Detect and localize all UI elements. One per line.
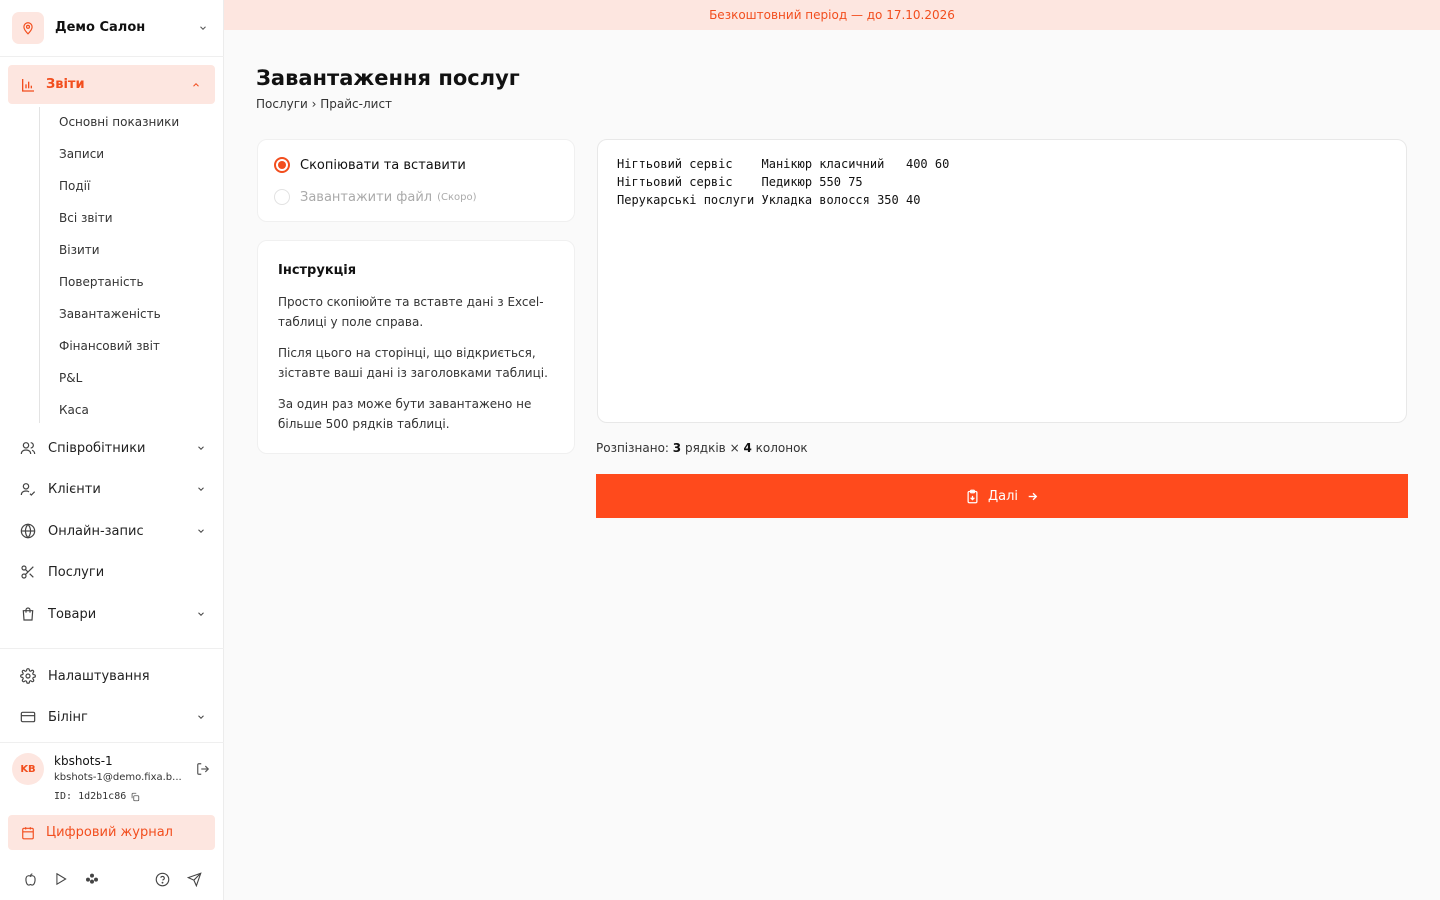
recognized-summary: Розпізнано: 3 рядків × 4 колонок [596,441,808,455]
subnav-item-main-indicators[interactable]: Основні показники [59,114,179,130]
nav-item-goods[interactable]: Товари [20,602,208,626]
sidebar: Демо Салон Звіти Основні показники Запис… [0,0,224,900]
chevron-up-icon [189,78,203,92]
nav-item-label: Товари [48,606,97,622]
chevron-down-icon [196,21,210,35]
rows-count: 3 [672,441,682,455]
nav-item-label: Співробітники [48,440,146,456]
subnav-item-pnl[interactable]: P&L [59,370,82,386]
radio-file [274,189,290,205]
nav-item-label: Білінг [48,709,88,725]
option-paste[interactable]: Скопіювати та вставити [274,157,466,173]
apple-icon[interactable] [21,870,39,888]
nav-item-settings[interactable]: Налаштування [20,664,208,688]
logout-icon[interactable] [196,761,210,780]
rows-word: рядків × [684,441,740,455]
user-email: kbshots-1@demo.fixa.b... [54,772,182,783]
user-name: kbshots-1 [54,754,113,768]
gear-icon [20,668,36,684]
app-gallery-icon[interactable] [83,870,101,888]
option-file: Завантажити файл (Скоро) [274,189,477,205]
scissors-icon [20,564,36,580]
chevron-down-icon [194,482,208,496]
next-button[interactable]: Далі [596,474,1408,518]
radio-paste[interactable] [274,157,290,173]
digital-journal-button[interactable]: Цифровий журнал [8,815,215,850]
option-file-label: Завантажити файл [300,189,433,205]
subnav-item-workload[interactable]: Завантаженість [59,306,161,322]
shopping-bag-icon [20,606,36,622]
chevron-down-icon [194,441,208,455]
calendar-icon [20,825,36,841]
arrow-right-icon [1026,490,1039,503]
chevron-down-icon [194,607,208,621]
subnav-item-events[interactable]: Події [59,178,90,194]
salon-switcher[interactable]: Демо Салон [12,11,216,44]
subnav-item-financial[interactable]: Фінансовий звіт [59,338,160,354]
nav-item-label: Звіти [46,77,85,92]
help-icon[interactable] [153,870,171,888]
nav-item-employees[interactable]: Співробітники [20,436,208,460]
instructions-card: Інструкція Просто скопіюйте та вставте д… [257,240,575,454]
instructions-title: Інструкція [278,263,357,278]
nav-item-clients[interactable]: Клієнти [20,477,208,501]
divider [0,742,224,743]
subnav-item-appointments[interactable]: Записи [59,146,104,162]
user-profile: KB kbshots-1 kbshots-1@demo.fixa.b... ID… [12,750,216,806]
instructions-paragraph: Просто скопіюйте та вставте дані з Excel… [278,295,544,329]
instructions-paragraph: Після цього на сторінці, що відкриється,… [278,346,548,380]
subnav-item-cash[interactable]: Каса [59,402,89,418]
breadcrumb: Послуги › Прайс-лист [256,97,393,111]
location-pin-icon [12,11,44,44]
subnav-item-all-reports[interactable]: Всі звіти [59,210,113,226]
divider [0,648,224,649]
reports-submenu: Основні показники Записи Події Всі звіти… [39,107,209,423]
page-title: Завантаження послуг [256,66,520,90]
next-button-label: Далі [987,488,1019,504]
nav-item-billing[interactable]: Білінг [20,705,208,729]
user-id-text: ID: 1d2b1c86 [54,791,127,802]
globe-icon [20,523,36,539]
play-store-icon[interactable] [52,870,70,888]
import-method-card: Скопіювати та вставити Завантажити файл … [257,139,575,222]
divider [0,56,224,57]
nav-item-services[interactable]: Послуги [20,560,208,584]
soon-badge: (Скоро) [437,191,477,203]
bar-chart-icon [20,77,36,93]
nav-item-label: Онлайн-запис [48,523,144,539]
trial-banner: Безкоштовний період — до 17.10.2026 [224,0,1440,30]
chevron-down-icon [194,524,208,538]
user-check-icon [20,481,36,497]
copy-icon[interactable] [130,792,140,802]
nav-item-label: Клієнти [48,481,101,497]
subnav-item-retention[interactable]: Повертаність [59,274,144,290]
cols-count: 4 [743,441,752,455]
users-icon [20,440,36,456]
instructions-paragraph: За один раз може бути завантажено не біл… [278,397,532,431]
paste-textarea[interactable] [604,146,1400,416]
recognized-prefix: Розпізнано: [596,441,669,455]
avatar: KB [12,753,44,785]
paste-area-card [597,139,1407,423]
salon-name: Демо Салон [55,20,146,35]
credit-card-icon [20,709,36,725]
footer-icons [0,870,224,888]
nav-item-label: Налаштування [48,668,150,684]
nav-item-online-booking[interactable]: Онлайн-запис [20,519,208,543]
user-id: ID: 1d2b1c86 [54,791,140,802]
nav-item-label: Послуги [48,564,105,580]
digital-journal-label: Цифровий журнал [46,825,173,840]
nav-item-reports[interactable]: Звіти [8,65,215,104]
subnav-item-visits[interactable]: Візити [59,242,100,258]
clipboard-icon [965,489,980,504]
option-paste-label: Скопіювати та вставити [300,157,466,173]
send-icon[interactable] [185,870,203,888]
chevron-down-icon [194,710,208,724]
cols-word: колонок [755,441,808,455]
